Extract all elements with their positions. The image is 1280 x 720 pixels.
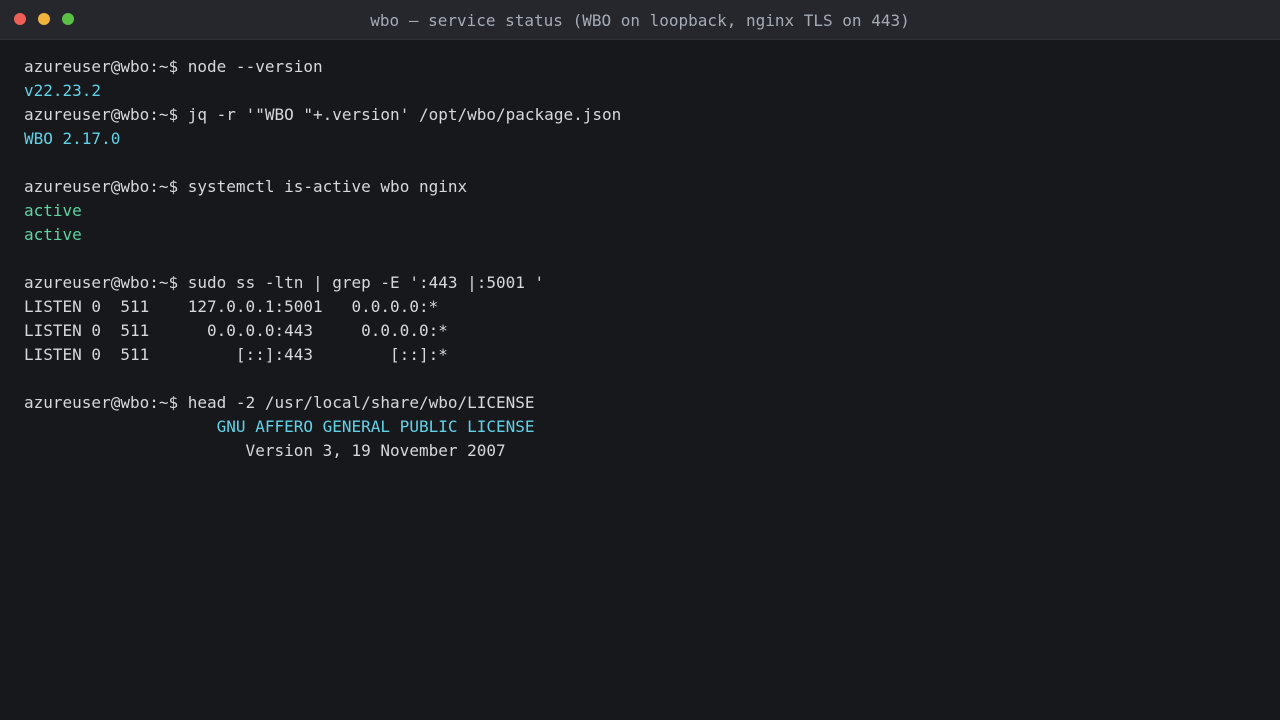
output-line: LISTEN 0 511 0.0.0.0:443 0.0.0.0:* xyxy=(24,321,448,340)
shell-prompt: azureuser@wbo:~$ xyxy=(24,273,188,292)
command-line: azureuser@wbo:~$ jq -r '"WBO "+.version'… xyxy=(24,103,1256,127)
shell-prompt: azureuser@wbo:~$ xyxy=(24,177,188,196)
output-line: WBO 2.17.0 xyxy=(24,129,121,148)
output-line: Version 3, 19 November 2007 xyxy=(24,441,506,460)
title-bar: wbo — service status (WBO on loopback, n… xyxy=(0,0,1280,40)
output-line: active xyxy=(24,225,82,244)
output-line: v22.23.2 xyxy=(24,81,102,100)
shell-prompt: azureuser@wbo:~$ xyxy=(24,105,188,124)
terminal-window: wbo — service status (WBO on loopback, n… xyxy=(0,0,1280,720)
output-line: GNU AFFERO GENERAL PUBLIC LICENSE xyxy=(24,417,535,436)
command-text: systemctl is-active wbo nginx xyxy=(187,177,468,196)
command-line: azureuser@wbo:~$ sudo ss -ltn | grep -E … xyxy=(24,271,1256,295)
command-text: sudo ss -ltn | grep -E ':443 |:5001 ' xyxy=(187,273,545,292)
output-line: LISTEN 0 511 127.0.0.1:5001 0.0.0.0:* xyxy=(24,297,439,316)
shell-prompt: azureuser@wbo:~$ xyxy=(24,57,188,76)
terminal-output[interactable]: azureuser@wbo:~$ node --version v22.23.2… xyxy=(24,55,1256,463)
window-title: wbo — service status (WBO on loopback, n… xyxy=(370,11,910,30)
output-line: active xyxy=(24,201,82,220)
shell-prompt: azureuser@wbo:~$ xyxy=(24,393,188,412)
command-text: head -2 /usr/local/share/wbo/LICENSE xyxy=(187,393,535,412)
command-text: jq -r '"WBO "+.version' /opt/wbo/package… xyxy=(187,105,622,124)
output-line: LISTEN 0 511 [::]:443 [::]:* xyxy=(24,345,448,364)
command-line: azureuser@wbo:~$ head -2 /usr/local/shar… xyxy=(24,391,1256,415)
command-text: node --version xyxy=(187,57,323,76)
command-line: azureuser@wbo:~$ systemctl is-active wbo… xyxy=(24,175,1256,199)
command-line: azureuser@wbo:~$ node --version xyxy=(24,55,1256,79)
